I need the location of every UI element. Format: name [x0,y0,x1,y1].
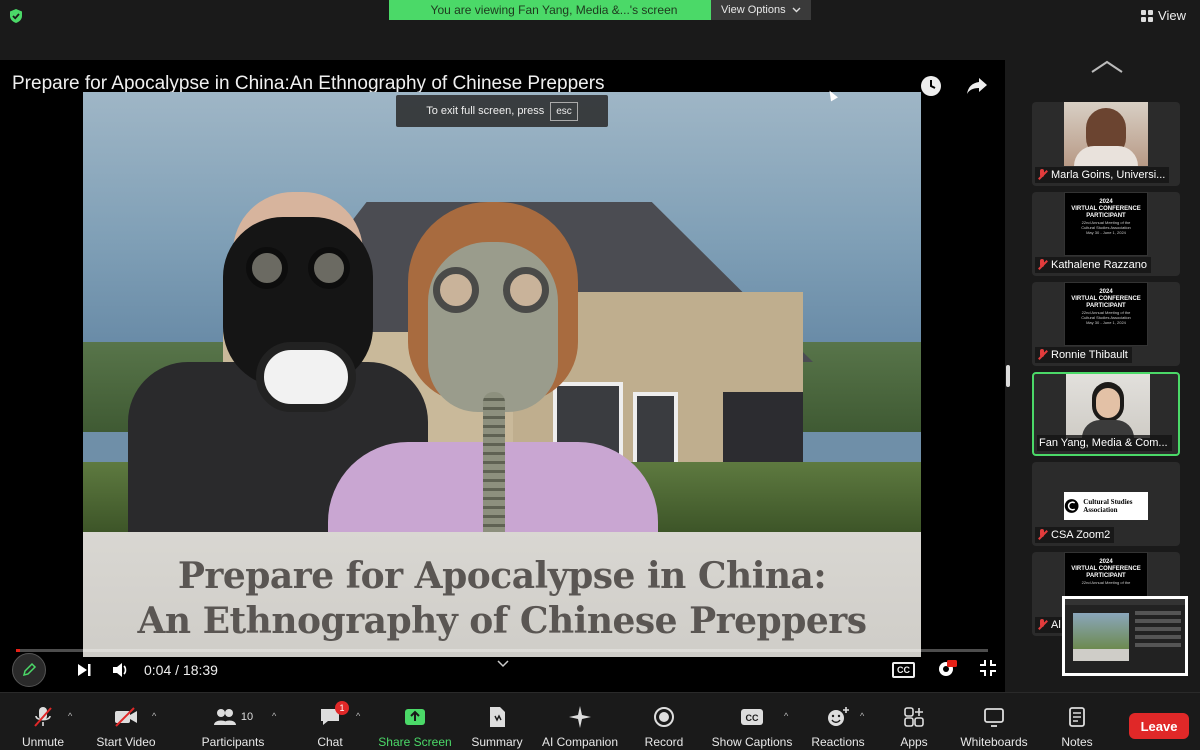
video-options-caret[interactable]: ^ [152,711,156,721]
captions-cc-icon[interactable]: CC [892,662,915,678]
share-screen-icon [404,705,426,729]
self-view-preview[interactable] [1062,596,1188,676]
participant-tile-active-speaker[interactable]: Fan Yang, Media & Com... [1032,372,1180,456]
next-video-icon[interactable] [76,662,92,678]
volume-icon[interactable] [112,662,130,678]
conference-badge-image: 2024 VIRTUAL CONFERENCE PARTICIPANT 22nd… [1064,282,1148,346]
whiteboard-icon [983,705,1005,729]
chat-bubble-icon: 1 [319,701,349,729]
watch-later-clock-icon[interactable] [919,74,943,98]
shared-screen: Prepare for Apocalypse in China:An Ethno… [0,60,1005,692]
mic-muted-icon [1037,349,1047,361]
summary-doc-icon [487,705,507,729]
annotate-pencil-button[interactable] [12,653,46,687]
participant-tile[interactable]: 2024 VIRTUAL CONFERENCE PARTICIPANT 22nd… [1032,282,1180,366]
gallery-scrollbar[interactable] [1006,365,1010,387]
participants-count: 10 [240,711,254,723]
conference-badge-image: 2024 VIRTUAL CONFERENCE PARTICIPANT 22nd… [1064,192,1148,256]
mic-muted-icon [1037,529,1047,541]
participant-name-label: CSA Zoom2 [1035,527,1115,543]
mic-muted-icon [1037,619,1047,631]
chevron-down-icon [792,7,801,13]
video-progress-bar[interactable] [16,649,988,652]
video-off-icon [113,705,139,729]
record-icon [653,705,675,729]
smiley-add-icon [826,705,850,729]
notes-button[interactable]: Notes [1027,705,1127,749]
meeting-toolbar: Unmute ^ Start Video ^ 10 Participants ^… [0,692,1200,750]
leave-button[interactable]: Leave [1129,713,1189,739]
pencil-icon [22,662,37,677]
video-controls-right: CC [892,659,997,682]
participant-tile[interactable]: Marla Goins, Universi... [1032,102,1180,186]
zoom-window: You are viewing Fan Yang, Media &...'s s… [0,0,1200,750]
exit-fullscreen-icon[interactable] [979,659,997,682]
security-shield-icon[interactable] [8,8,24,24]
participant-name-label: Fan Yang, Media & Com... [1037,435,1172,451]
participant-photo [1066,374,1150,440]
view-options-button[interactable]: View Options [711,0,811,20]
gallery-scroll-up-icon[interactable] [1090,60,1124,74]
view-layout-button[interactable]: View [1141,8,1186,23]
video-frame[interactable]: Prepare for Apocalypse in China: An Ethn… [83,92,921,657]
grid-layout-icon [1141,9,1154,22]
slide-title-line1: Prepare for Apocalypse in China: [177,555,827,597]
chat-options-caret[interactable]: ^ [356,711,360,721]
participant-name-label: Kathalene Razzano [1035,257,1152,273]
video-controls: 0:04 / 18:39 CC [12,653,997,687]
participants-icon: 10 [213,705,253,729]
captions-icon: CC [740,705,764,729]
viewing-banner-text: You are viewing Fan Yang, Media &...'s s… [389,0,711,20]
participants-options-caret[interactable]: ^ [272,711,276,721]
collapse-chevron-icon[interactable] [497,660,509,668]
settings-hd-icon[interactable] [937,659,957,682]
sparkle-icon [568,705,592,729]
apps-grid-icon [903,705,925,729]
top-bar: You are viewing Fan Yang, Media &...'s s… [0,0,1200,60]
esc-key: esc [550,101,578,121]
participant-tile[interactable]: Cultural Studies Association CSA Zoom2 [1032,462,1180,546]
video-progress-fill [16,649,20,652]
unmute-options-caret[interactable]: ^ [68,711,72,721]
participant-name-label: Marla Goins, Universi... [1035,167,1170,183]
viewing-banner: You are viewing Fan Yang, Media &...'s s… [389,0,811,20]
slide-title-card: Prepare for Apocalypse in China: An Ethn… [83,532,921,657]
video-time: 0:04 / 18:39 [144,662,218,678]
mic-muted-icon [32,705,54,729]
exit-fullscreen-tip: To exit full screen, press esc [396,95,608,127]
notes-icon [1068,705,1086,729]
slide-title-line2: An Ethnography of Chinese Preppers [137,600,867,642]
participant-tile[interactable]: 2024 VIRTUAL CONFERENCE PARTICIPANT 22nd… [1032,192,1180,276]
csa-logo-image: Cultural Studies Association [1064,492,1148,520]
participant-name-label: Al [1035,617,1065,633]
view-label: View [1158,8,1186,23]
mic-muted-icon [1037,169,1047,181]
mic-muted-icon [1037,259,1047,271]
participant-name-label: Ronnie Thibault [1035,347,1132,363]
view-options-label: View Options [721,4,786,16]
participant-photo [1064,102,1148,166]
start-video-button[interactable]: Start Video [76,705,176,749]
svg-text:CC: CC [746,713,759,723]
csa-logo-mark [1064,499,1079,513]
share-arrow-icon[interactable] [965,74,989,98]
participants-button[interactable]: 10 Participants [183,705,283,749]
video-top-actions [919,74,989,98]
chat-unread-badge: 1 [335,701,349,715]
record-button[interactable]: Record [614,705,714,749]
exit-tip-text: To exit full screen, press [426,105,545,117]
